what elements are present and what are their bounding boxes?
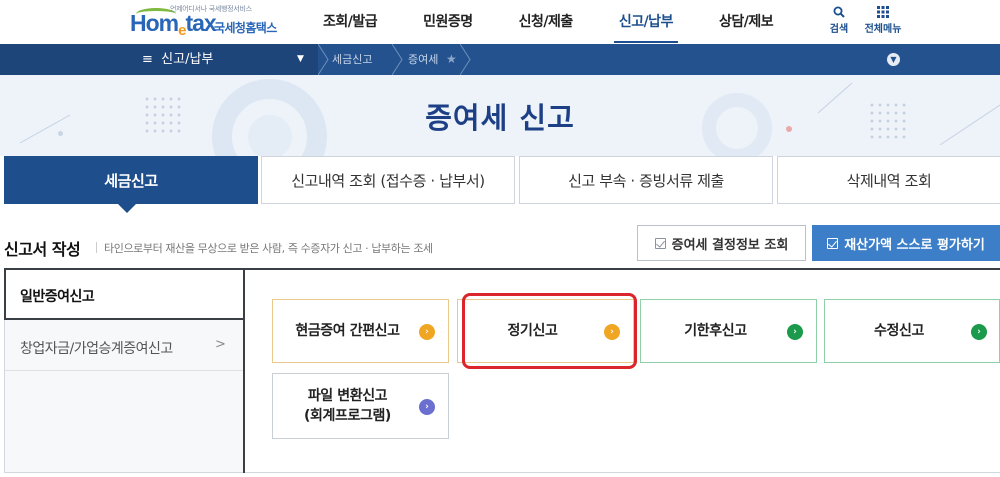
- breadcrumb-separator-icon: [392, 44, 403, 75]
- highlight-box: [462, 293, 637, 369]
- check-icon: [654, 237, 666, 249]
- side-menu-item-general-gift[interactable]: 일반증여신고: [4, 268, 245, 320]
- nav-item-inquiry[interactable]: 조회/발급: [300, 0, 400, 44]
- logo-korean-name: 국세청홈택스: [214, 21, 277, 35]
- tab-deleted-history[interactable]: 삭제내역 조회: [777, 156, 1000, 204]
- top-header: 언제어디서나 국세행정서비스 Hometax 국세청홈택스 조회/발급 민원증명…: [0, 0, 1000, 44]
- search-icon: [817, 6, 861, 20]
- logo-wordmark: Hometax: [130, 10, 217, 39]
- late-report-card[interactable]: 기한후신고 ›: [640, 299, 817, 363]
- breadcrumb-item-gift-tax[interactable]: 증여세: [408, 44, 438, 75]
- tab-attachment-submit[interactable]: 신고 부속 · 증빙서류 제출: [519, 156, 773, 204]
- card-label: 수정신고: [874, 323, 924, 339]
- hometax-logo[interactable]: 언제어디서나 국세행정서비스 Hometax 국세청홈택스: [130, 4, 280, 40]
- tab-report-history[interactable]: 신고내역 조회 (접수증 · 납부서): [261, 156, 515, 204]
- hero-banner: 증여세 신고: [0, 75, 1000, 156]
- self-evaluate-button[interactable]: 재산가액 스스로 평가하기: [812, 225, 1000, 261]
- arrow-right-icon: ›: [787, 324, 803, 340]
- section-title: 신고서 작성: [4, 240, 81, 259]
- search-button[interactable]: 검색: [817, 6, 861, 35]
- main-nav: 조회/발급 민원증명 신청/제출 신고/납부 상담/제보: [300, 0, 796, 44]
- breadcrumb-item-tax-report[interactable]: 세금신고: [332, 44, 372, 75]
- tab-tax-report[interactable]: 세금신고: [4, 156, 258, 204]
- chevron-right-icon: >: [215, 337, 226, 352]
- nav-item-application[interactable]: 신청/제출: [496, 0, 596, 44]
- arrow-right-icon: ›: [971, 324, 987, 340]
- card-label: 파일 변환신고 (회계프로그램): [304, 388, 391, 424]
- breadcrumb-separator-icon: [460, 44, 471, 75]
- panel-divider: [243, 268, 245, 473]
- grid-menu-icon: [861, 6, 905, 20]
- arrow-right-icon: ›: [419, 399, 435, 415]
- breadcrumb: ≡ 신고/납부 ▼ 세금신고 증여세 ★ ▼: [0, 44, 1000, 75]
- search-label: 검색: [829, 24, 849, 35]
- favorite-star-icon[interactable]: ★: [446, 44, 457, 75]
- decision-info-label: 증여세 결정정보 조회: [671, 237, 789, 253]
- caret-down-icon[interactable]: ▼: [297, 44, 304, 75]
- breadcrumb-menu-label[interactable]: ≡ 신고/납부: [142, 44, 213, 75]
- side-menu-item-startup-gift[interactable]: 창업자금/가업승계증여신고 >: [5, 321, 243, 371]
- file-conversion-report-card[interactable]: 파일 변환신고 (회계프로그램) ›: [272, 373, 449, 439]
- decision-info-button[interactable]: 증여세 결정정보 조회: [637, 225, 806, 261]
- arrow-right-icon: ›: [419, 324, 435, 340]
- page-title: 증여세 신고: [425, 101, 575, 135]
- cash-gift-simple-report-card[interactable]: 현금증여 간편신고 ›: [272, 299, 449, 363]
- chevron-down-icon[interactable]: ▼: [887, 53, 900, 66]
- card-label: 기한후신고: [684, 323, 747, 339]
- all-menu-button[interactable]: 전체메뉴: [861, 6, 905, 35]
- nav-item-certificate[interactable]: 민원증명: [400, 0, 496, 44]
- nav-item-report-payment[interactable]: 신고/납부: [596, 0, 696, 44]
- breadcrumb-separator-icon: [318, 44, 329, 75]
- card-label: 현금증여 간편신고: [295, 323, 400, 339]
- self-evaluate-label: 재산가액 스스로 평가하기: [844, 237, 985, 253]
- active-tab-indicator: [118, 204, 136, 213]
- nav-item-consult[interactable]: 상담/제보: [696, 0, 796, 44]
- all-menu-label: 전체메뉴: [864, 24, 902, 35]
- section-description: 타인으로부터 재산을 무상으로 받은 사람, 즉 수증자가 신고 · 납부하는 …: [96, 242, 433, 255]
- check-icon: [827, 237, 839, 249]
- amended-report-card[interactable]: 수정신고 ›: [824, 299, 1000, 363]
